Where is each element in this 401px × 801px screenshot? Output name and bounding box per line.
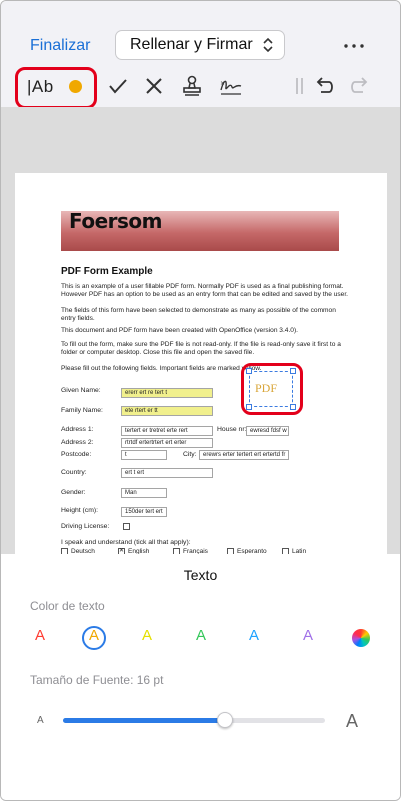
svg-text:×: ×: [220, 80, 225, 87]
brand-title: Foersom: [69, 209, 163, 233]
country-field[interactable]: ert t ert: [121, 468, 213, 478]
mode-label: Rellenar y Firmar: [130, 36, 253, 53]
pdf-stamp-text: PDF: [255, 381, 278, 395]
languages-label: I speak and understand (tick all that ap…: [61, 539, 191, 546]
paragraph: Please fill out the following fields. Im…: [61, 365, 262, 372]
resize-handle[interactable]: [290, 404, 296, 410]
chevron-updown-icon: [263, 37, 273, 53]
paragraph: To fill out the form, make sure the PDF …: [61, 341, 341, 357]
sheet-title: Texto: [183, 567, 218, 583]
height-label: Height (cm):: [61, 507, 99, 514]
driving-license-label: Driving License:: [61, 523, 110, 530]
color-option-red[interactable]: A: [30, 627, 50, 644]
country-label: Country:: [61, 469, 87, 476]
address2-field[interactable]: rtrtdf ertertrtert ert erter: [121, 438, 213, 448]
address2-label: Address 2:: [61, 439, 94, 446]
paragraph: This is an example of a user fillable PD…: [61, 283, 349, 299]
height-field[interactable]: 150der tert ert: [121, 507, 167, 517]
mode-selector[interactable]: Rellenar y Firmar: [115, 30, 285, 60]
gender-field[interactable]: Man: [121, 488, 167, 498]
house-nr-label: House nr:: [217, 426, 247, 433]
city-label: City:: [183, 451, 197, 458]
form-title: PDF Form Example: [61, 266, 153, 277]
cross-icon[interactable]: [141, 73, 167, 99]
color-option-yellow[interactable]: A: [137, 627, 157, 644]
resize-handle[interactable]: [246, 368, 252, 374]
paragraph: This document and PDF form have been cre…: [61, 327, 299, 334]
font-size-label: Tamaño de Fuente: 16 pt: [30, 673, 164, 687]
undo-icon[interactable]: [311, 73, 337, 99]
highlight-outline: [15, 67, 97, 109]
font-size-track-fill: [63, 718, 226, 723]
city-field[interactable]: erewrs erter tertert ert ertertd fr: [199, 450, 289, 460]
app-window: Finalizar Rellenar y Firmar |Ab × Foerso…: [0, 0, 401, 801]
signature-icon[interactable]: ×: [218, 73, 244, 99]
family-name-label: Family Name:: [61, 407, 103, 414]
top-bar: Finalizar Rellenar y Firmar: [1, 1, 400, 65]
postcode-field[interactable]: t: [121, 450, 167, 460]
color-option-purple[interactable]: A: [298, 627, 318, 644]
paragraph: The fields of this form have been select…: [61, 307, 336, 323]
postcode-label: Postcode:: [61, 451, 92, 458]
given-name-field[interactable]: ererr ert re tert t: [121, 388, 213, 398]
done-button[interactable]: Finalizar: [30, 37, 90, 55]
color-option-green[interactable]: A: [191, 627, 211, 644]
checkmark-icon[interactable]: [105, 73, 131, 99]
large-size-glyph: A: [346, 711, 359, 731]
gender-label: Gender:: [61, 489, 86, 496]
driving-license-checkbox[interactable]: [123, 523, 130, 530]
family-name-field[interactable]: ete rtert er tt: [121, 406, 213, 416]
color-label: Color de texto: [30, 599, 105, 613]
house-nr-field[interactable]: ewresd fdsf w: [246, 426, 289, 436]
resize-handle[interactable]: [246, 404, 252, 410]
color-option-orange[interactable]: A: [84, 627, 104, 644]
address1-label: Address 1:: [61, 426, 94, 433]
color-option-blue[interactable]: A: [244, 627, 264, 644]
stamp-icon[interactable]: [179, 73, 205, 99]
address1-field[interactable]: tertert er tretret erte rert: [121, 426, 213, 436]
given-name-label: Given Name:: [61, 387, 101, 394]
resize-handle[interactable]: [290, 368, 296, 374]
small-size-glyph: A: [37, 715, 44, 726]
color-wheel-icon[interactable]: [352, 629, 370, 647]
pause-divider-icon: [296, 78, 303, 94]
redo-icon[interactable]: [347, 73, 373, 99]
more-icon[interactable]: [344, 44, 364, 48]
